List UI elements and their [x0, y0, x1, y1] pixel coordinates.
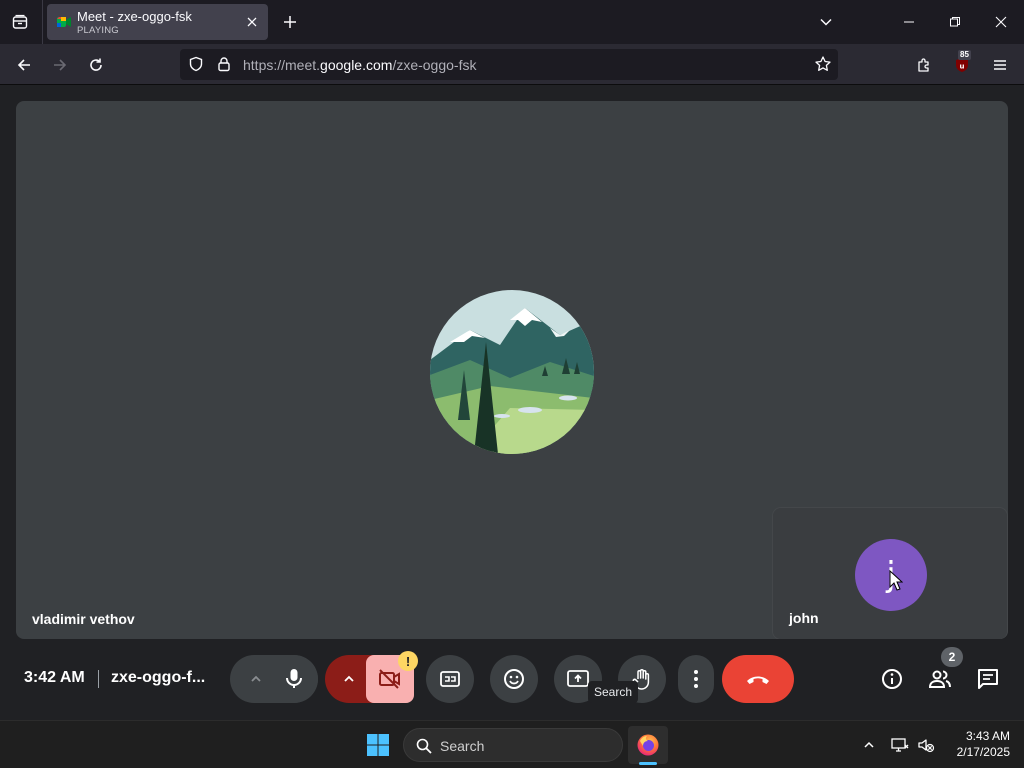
network-icon[interactable] — [890, 735, 910, 755]
self-video-tile[interactable]: j john — [773, 508, 1007, 639]
tab-separator — [42, 0, 43, 44]
svg-text:u: u — [960, 63, 965, 71]
back-icon[interactable] — [9, 50, 39, 80]
taskbar-search-placeholder: Search — [440, 738, 485, 754]
camera-off-icon — [379, 669, 400, 689]
system-clock[interactable]: 3:43 AM 2/17/2025 — [946, 728, 1010, 760]
chat-icon[interactable] — [975, 666, 1001, 692]
end-call-phone-icon — [747, 676, 769, 684]
captions-button[interactable] — [426, 655, 474, 703]
windows-taskbar: Search 3:43 AM 2/17/2025 — [0, 720, 1024, 768]
more-options-button[interactable] — [678, 655, 714, 703]
tab-playing-label: PLAYING — [77, 25, 119, 36]
extension-count-badge: 85 — [958, 50, 971, 60]
url-prefix: https://meet. — [243, 57, 321, 73]
info-separator — [98, 670, 99, 688]
people-count-badge: 2 — [941, 647, 963, 667]
show-hidden-icons-chevron-up-icon[interactable] — [859, 735, 879, 755]
list-all-tabs-icon[interactable] — [814, 10, 838, 34]
close-tab-icon[interactable] — [244, 14, 260, 30]
lock-icon[interactable] — [216, 56, 232, 72]
reactions-button[interactable] — [490, 655, 538, 703]
meet-app: vladimir vethov j john 3:42 AM zxe-oggo-… — [0, 85, 1024, 720]
emoji-smile-icon — [504, 669, 524, 689]
taskbar-search-box[interactable]: Search — [403, 728, 623, 762]
microphone-icon — [286, 669, 302, 688]
volume-muted-icon[interactable] — [916, 735, 936, 755]
meeting-details-info-icon[interactable] — [879, 666, 905, 692]
participant-name: vladimir vethov — [32, 611, 135, 627]
active-app-indicator — [639, 762, 657, 765]
participant-avatar — [430, 290, 594, 454]
bookmark-star-icon[interactable] — [814, 55, 832, 73]
hamburger-menu-icon[interactable] — [985, 50, 1015, 80]
meeting-code: zxe-oggo-f... — [111, 669, 206, 686]
search-tooltip: Search — [588, 681, 639, 703]
leave-call-button[interactable] — [722, 655, 794, 703]
extensions-puzzle-icon[interactable] — [909, 50, 939, 80]
restore-icon[interactable] — [932, 6, 978, 38]
minimize-icon[interactable] — [886, 6, 932, 38]
clock-date: 2/17/2025 — [956, 745, 1010, 759]
microphone-button[interactable] — [270, 655, 318, 703]
meet-favicon-icon — [57, 17, 71, 27]
self-name: john — [789, 610, 819, 626]
new-tab-icon[interactable] — [278, 10, 302, 34]
url-path: /zxe-oggo-fsk — [392, 57, 477, 73]
meeting-time: 3:42 AM — [24, 669, 85, 686]
close-window-icon[interactable] — [978, 6, 1024, 38]
tab-meet[interactable]: Meet - zxe-oggo-fsk PLAYING — [47, 4, 268, 40]
firefox-taskbar-button[interactable] — [628, 726, 668, 764]
camera-warning-icon: ! — [398, 651, 418, 671]
closed-captions-icon — [440, 671, 460, 687]
tab-title: Meet - zxe-oggo-fsk — [77, 9, 192, 24]
firefox-icon — [637, 734, 659, 756]
firefox-view-icon[interactable] — [8, 10, 32, 34]
main-video-tile: vladimir vethov j john — [16, 101, 1008, 639]
people-icon[interactable] — [927, 666, 953, 692]
mouse-cursor-icon — [889, 570, 903, 591]
reload-icon[interactable] — [81, 50, 111, 80]
tracking-protection-shield-icon[interactable] — [188, 56, 204, 72]
clock-time: 3:43 AM — [965, 729, 1010, 743]
forward-icon[interactable] — [45, 50, 75, 80]
browser-tab-strip: Meet - zxe-oggo-fsk PLAYING — [0, 0, 1024, 44]
windows-start-icon[interactable] — [366, 733, 390, 757]
address-bar[interactable]: https://meet.google.com/zxe-oggo-fsk — [180, 49, 838, 80]
search-icon — [416, 738, 432, 754]
navigation-toolbar: https://meet.google.com/zxe-oggo-fsk u 8… — [0, 44, 1024, 85]
more-vertical-icon — [694, 670, 698, 688]
url-text[interactable]: https://meet.google.com/zxe-oggo-fsk — [243, 57, 476, 73]
landscape-avatar-image — [430, 290, 594, 454]
present-screen-icon — [567, 670, 589, 687]
url-host: google.com — [320, 57, 393, 73]
